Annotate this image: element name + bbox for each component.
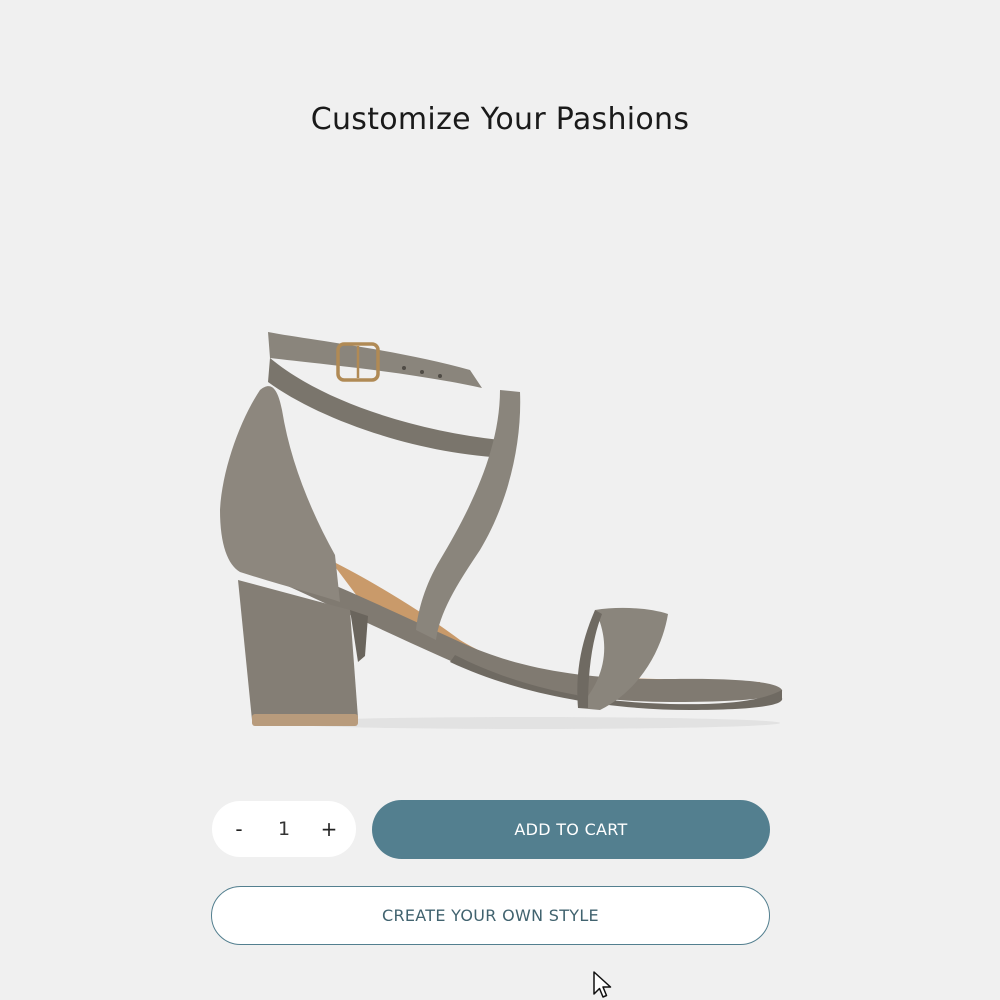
sandal-heel-counter: [220, 386, 340, 602]
quantity-stepper: - 1 +: [212, 801, 356, 857]
strap-hole-3: [438, 374, 442, 378]
quantity-increase-button[interactable]: +: [314, 809, 344, 849]
strap-hole-1: [402, 366, 406, 370]
strap-hole-2: [420, 370, 424, 374]
heel-tip: [252, 714, 358, 726]
quantity-value[interactable]: 1: [264, 818, 304, 840]
add-to-cart-button[interactable]: ADD TO CART: [372, 800, 770, 859]
quantity-decrease-button[interactable]: -: [224, 809, 254, 849]
page-title: Customize Your Pashions: [310, 102, 690, 137]
cross-strap-front: [416, 390, 521, 640]
mouse-cursor-icon: [593, 971, 612, 998]
create-your-own-style-button[interactable]: CREATE YOUR OWN STYLE: [211, 886, 770, 945]
cross-strap-back: [268, 358, 510, 458]
product-image: [220, 332, 783, 729]
